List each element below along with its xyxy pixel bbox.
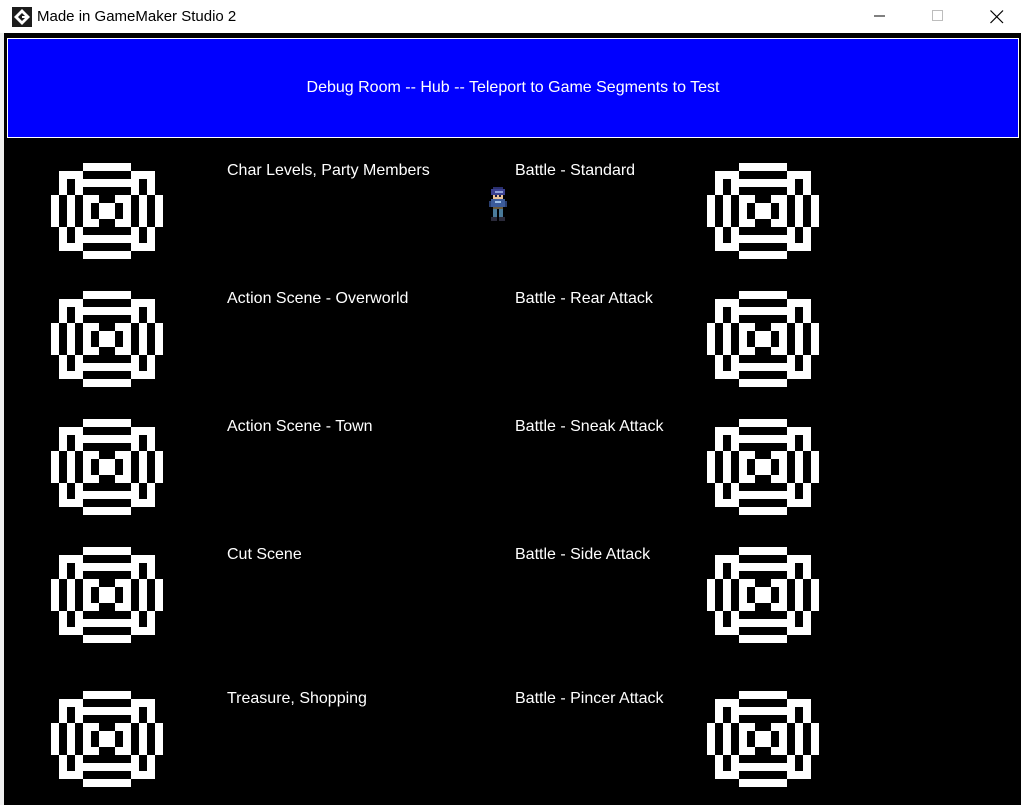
teleporter-pad-icon[interactable] (707, 691, 819, 787)
game-canvas[interactable]: Debug Room -- Hub -- Teleport to Game Se… (4, 33, 1021, 805)
minimize-icon (874, 15, 885, 17)
teleporter-pad-icon[interactable] (51, 691, 163, 787)
teleporter-pad-icon[interactable] (51, 163, 163, 259)
segment-label: Action Scene - Overworld (227, 290, 409, 307)
debug-room-header: Debug Room -- Hub -- Teleport to Game Se… (7, 38, 1019, 138)
gamemaker-icon (12, 7, 32, 27)
teleporter-pad-icon[interactable] (51, 291, 163, 387)
teleporter-pad-icon[interactable] (707, 291, 819, 387)
teleporter-pad-icon[interactable] (707, 163, 819, 259)
battle-label: Battle - Sneak Attack (515, 418, 664, 435)
segment-label: Action Scene - Town (227, 418, 373, 435)
minimize-button[interactable] (857, 0, 903, 32)
battle-label: Battle - Rear Attack (515, 290, 653, 307)
maximize-button[interactable] (915, 0, 961, 32)
player-character-icon[interactable] (487, 187, 509, 221)
segment-label: Char Levels, Party Members (227, 162, 430, 179)
header-title: Debug Room -- Hub -- Teleport to Game Se… (306, 79, 720, 96)
maximize-icon (932, 10, 943, 21)
window-title: Made in GameMaker Studio 2 (37, 8, 237, 25)
battle-label: Battle - Standard (515, 162, 636, 179)
teleporter-pad-icon[interactable] (51, 547, 163, 643)
teleporter-pad-icon[interactable] (707, 547, 819, 643)
battle-label: Battle - Pincer Attack (515, 690, 664, 707)
segment-label: Treasure, Shopping (227, 690, 367, 707)
battle-label: Battle - Side Attack (515, 546, 651, 563)
close-button[interactable] (973, 0, 1019, 32)
teleporter-pad-icon[interactable] (707, 419, 819, 515)
window-titlebar: Made in GameMaker Studio 2 (0, 0, 1021, 33)
segment-label: Cut Scene (227, 546, 302, 563)
close-icon (990, 10, 1004, 24)
teleporter-pad-icon[interactable] (51, 419, 163, 515)
